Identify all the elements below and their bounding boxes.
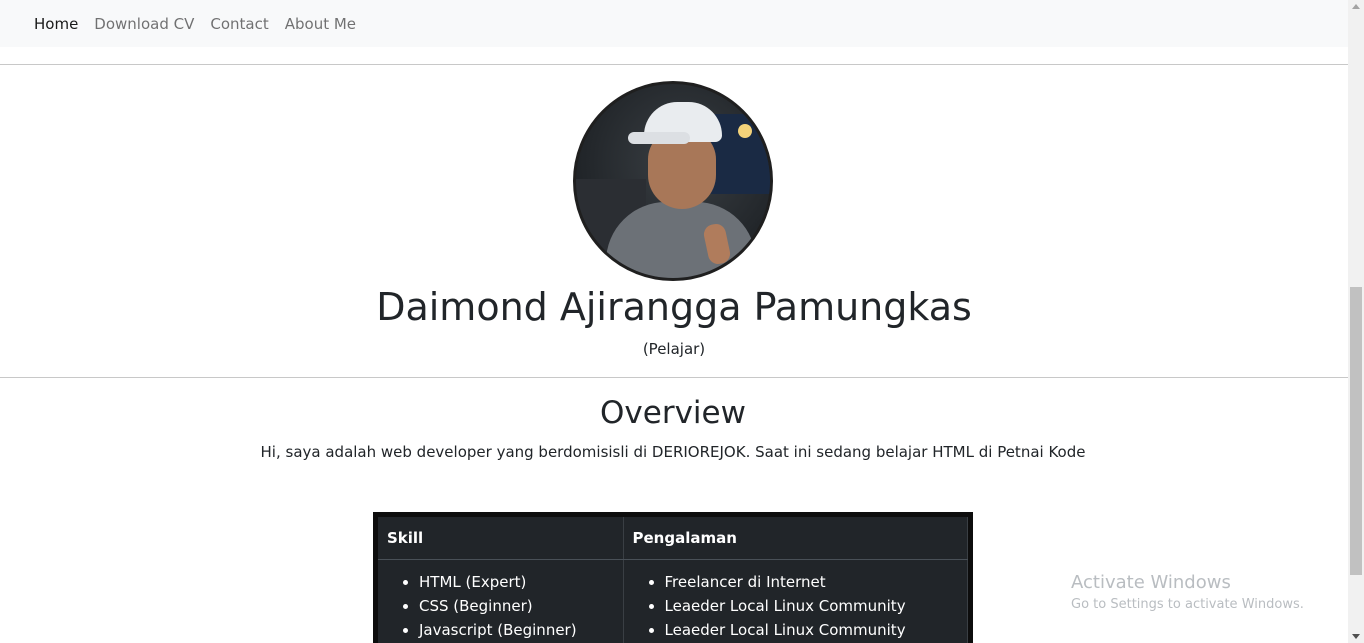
list-item: Leaeder Local Linux Community: [665, 594, 959, 618]
overview-text: Hi, saya adalah web developer yang berdo…: [260, 443, 1086, 461]
overview-title: Overview: [600, 395, 746, 431]
nav-contact-link[interactable]: Contact: [202, 4, 276, 44]
experience-header: Pengalaman: [623, 517, 968, 560]
scroll-up-arrow-icon[interactable]: [1352, 4, 1360, 9]
nav-download-cv-link[interactable]: Download CV: [86, 4, 202, 44]
scroll-down-arrow-icon[interactable]: [1352, 634, 1360, 639]
activate-windows-watermark: Activate Windows Go to Settings to activ…: [1071, 572, 1304, 612]
skills-cell: HTML (Expert) CSS (Beginner) Javascript …: [378, 559, 624, 643]
list-item: CSS (Beginner): [419, 594, 614, 618]
divider-middle: [0, 377, 1348, 378]
profile-avatar: [573, 81, 773, 281]
list-item: Javascript (Beginner): [419, 618, 614, 642]
skills-table: Skill Pengalaman HTML (Expert) CSS (Begi…: [373, 512, 973, 643]
skill-header: Skill: [378, 517, 624, 560]
profile-name: Daimond Ajirangga Pamungkas: [376, 285, 972, 329]
nav-about-me-link[interactable]: About Me: [277, 4, 364, 44]
vertical-scrollbar[interactable]: [1348, 0, 1364, 643]
navbar: Home Download CV Contact About Me: [0, 0, 1348, 47]
profile-role: (Pelajar): [642, 340, 706, 358]
list-item: HTML (Expert): [419, 570, 614, 594]
divider-top: [0, 64, 1348, 65]
nav-home-link[interactable]: Home: [26, 4, 86, 44]
scroll-thumb[interactable]: [1350, 287, 1362, 575]
watermark-subtitle: Go to Settings to activate Windows.: [1071, 597, 1304, 612]
browser-viewport: Home Download CV Contact About Me Daimon…: [0, 0, 1364, 643]
list-item: Leaeder Local Linux Community: [665, 618, 959, 642]
watermark-title: Activate Windows: [1071, 572, 1231, 593]
experience-cell: Freelancer di Internet Leaeder Local Lin…: [623, 559, 968, 643]
list-item: Freelancer di Internet: [665, 570, 959, 594]
